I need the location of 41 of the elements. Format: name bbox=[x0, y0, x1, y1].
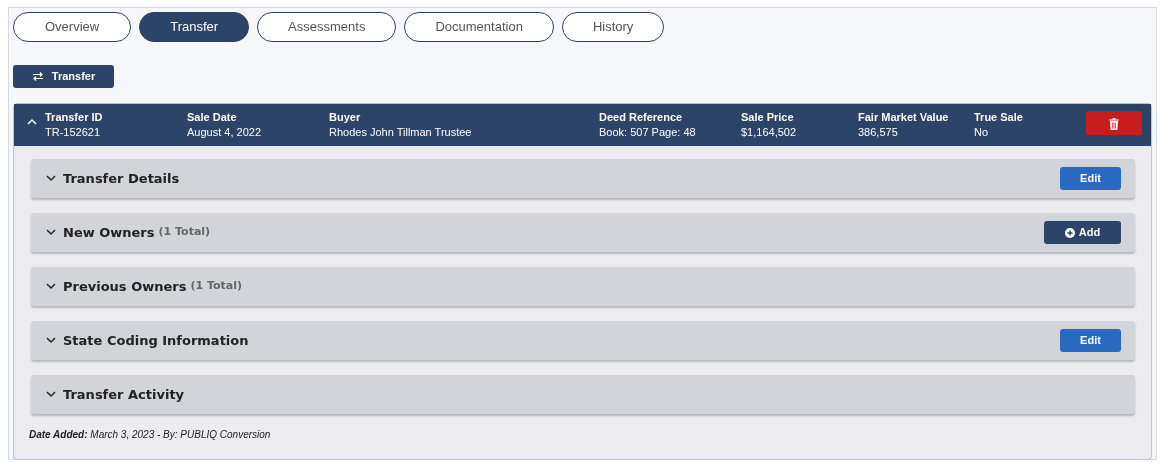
section-header[interactable]: Transfer Details Edit bbox=[31, 159, 1135, 198]
edit-button[interactable]: Edit bbox=[1060, 329, 1121, 352]
collapse-icon[interactable] bbox=[27, 118, 37, 125]
column-value: TR-152621 bbox=[45, 126, 101, 138]
column-value: August 4, 2022 bbox=[187, 126, 261, 138]
owner-count: (1 Total) bbox=[190, 278, 242, 295]
date-added-text: Date Added: March 3, 2023 - By: PUBLIQ Conversion bbox=[29, 428, 272, 442]
column-value: No bbox=[974, 126, 989, 138]
column-label: True Sale bbox=[974, 110, 1024, 125]
column-value: 386,575 bbox=[858, 126, 898, 138]
column-label: Deed Reference bbox=[599, 110, 684, 125]
transfer-button[interactable]: Transfer bbox=[13, 65, 114, 88]
section-header[interactable]: Transfer Activity bbox=[31, 375, 1135, 414]
tab[interactable]: Transfer bbox=[139, 12, 250, 42]
section-header[interactable]: State Coding Information Edit bbox=[31, 321, 1135, 360]
delete-button[interactable] bbox=[1086, 111, 1142, 135]
section-header[interactable]: Previous Owners (1 Total) bbox=[31, 267, 1135, 306]
edit-button[interactable]: Edit bbox=[1060, 167, 1121, 190]
column-value: $1,164,502 bbox=[741, 126, 797, 138]
column-label: Sale Date bbox=[187, 110, 238, 125]
column-label: Fair Market Value bbox=[858, 110, 950, 125]
section-title: Transfer Activity bbox=[63, 385, 185, 404]
swap-icon bbox=[31, 72, 44, 81]
section-header[interactable]: New Owners (1 Total) Add bbox=[31, 213, 1135, 252]
add-button[interactable]: Add bbox=[1044, 221, 1121, 244]
trash-icon bbox=[1109, 117, 1119, 130]
tab[interactable]: Overview bbox=[13, 12, 132, 42]
owner-count: (1 Total) bbox=[158, 224, 211, 241]
section-title: State Coding Information bbox=[63, 331, 249, 350]
section-title: Transfer Details bbox=[63, 169, 180, 188]
column-label: Buyer bbox=[329, 110, 362, 125]
column-label: Sale Price bbox=[741, 110, 795, 125]
section-title: New Owners bbox=[63, 223, 155, 242]
plus-circle-icon bbox=[1064, 227, 1075, 238]
tab[interactable]: Documentation bbox=[404, 12, 554, 42]
tab[interactable]: Assessments bbox=[257, 12, 397, 42]
column-value: Rhodes John Tillman Trustee bbox=[329, 126, 472, 138]
tab[interactable]: History bbox=[561, 12, 665, 42]
column-label: Transfer ID bbox=[45, 110, 104, 125]
section-title: Previous Owners bbox=[63, 277, 187, 296]
column-value: Book: 507 Page: 48 bbox=[599, 126, 696, 138]
